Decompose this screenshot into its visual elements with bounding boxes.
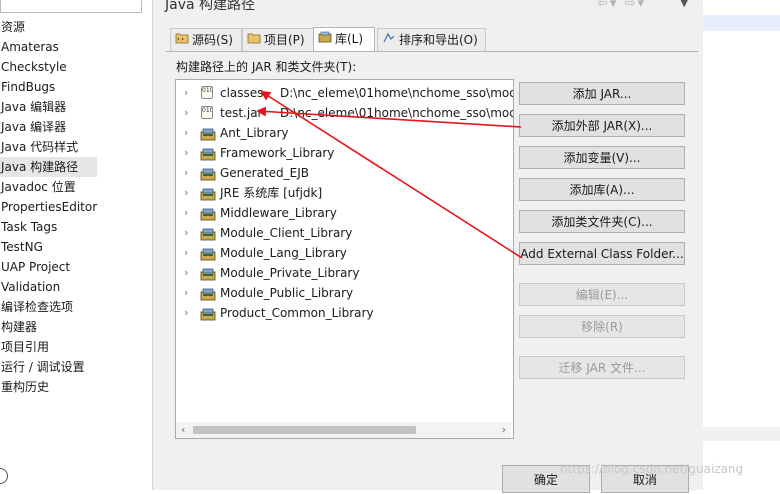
remove-button[interactable]: 移除(R) xyxy=(519,315,685,338)
expand-chevron-icon[interactable]: › xyxy=(184,283,188,303)
tree-item-findbugs[interactable]: FindBugs xyxy=(0,77,97,97)
library-icon xyxy=(200,207,216,221)
entry-label: Middleware_Library xyxy=(220,206,337,220)
entry-path: D:\nc_eleme\01home\nchome_sso\modu xyxy=(280,106,514,120)
entry-label: Framework_Library xyxy=(220,146,335,160)
source-folder-icon xyxy=(175,30,189,52)
entry-label: Module_Client_Library xyxy=(220,226,353,240)
library-icon xyxy=(200,227,216,241)
build-path-tree[interactable]: › 010 classes D:\nc_eleme\01home\nchome_… xyxy=(175,79,514,439)
tree-item-compile-check-options[interactable]: 编译检查选项 xyxy=(0,297,97,317)
library-icon xyxy=(200,127,216,141)
tab-libraries[interactable]: 库(L) xyxy=(313,27,375,51)
expand-chevron-icon[interactable]: › xyxy=(184,203,188,223)
expand-chevron-icon[interactable]: › xyxy=(184,243,188,263)
library-icon xyxy=(200,287,216,301)
tree-item-java-code-style[interactable]: Java 代码样式 xyxy=(0,137,97,157)
add-class-folder-button[interactable]: 添加类文件夹(C)... xyxy=(519,210,685,233)
add-library-button[interactable]: 添加库(A)... xyxy=(519,178,685,201)
expand-chevron-icon[interactable]: › xyxy=(184,163,188,183)
entry-path: D:\nc_eleme\01home\nchome_sso\mod xyxy=(280,86,514,100)
expand-chevron-icon[interactable]: › xyxy=(184,263,188,283)
tree-item-refactoring-history[interactable]: 重构历史 xyxy=(0,377,97,397)
order-export-icon xyxy=(382,30,396,52)
expand-chevron-icon[interactable]: › xyxy=(184,223,188,243)
expand-chevron-icon[interactable]: › xyxy=(184,83,188,103)
library-icon xyxy=(200,307,216,321)
tab-projects-label: 项目(P) xyxy=(264,33,305,47)
background-editor-strip xyxy=(703,0,780,490)
tab-order-export-label: 排序和导出(O) xyxy=(399,33,478,47)
libraries-caption: 构建路径上的 JAR 和类文件夹(T): xyxy=(176,60,357,74)
tab-projects[interactable]: 项目(P) xyxy=(242,28,314,51)
tab-order-export[interactable]: 排序和导出(O) xyxy=(377,28,486,51)
tree-item-java-build-path[interactable]: Java 构建路径 xyxy=(0,157,98,177)
libraries-tab-panel: 构建路径上的 JAR 和类文件夹(T): › 010 classes D:\nc… xyxy=(166,51,698,442)
editor-highlight-line xyxy=(703,15,780,31)
scrollbar-thumb[interactable] xyxy=(193,426,416,434)
tree-item-checkstyle[interactable]: Checkstyle xyxy=(0,57,97,77)
scroll-left-icon[interactable]: ‹ xyxy=(181,423,185,436)
nav-back-forward-icons[interactable]: ⇦▾ ⇨▾ xyxy=(597,0,646,11)
watermark-text: https://blog.csdn.net/guaizang xyxy=(560,462,744,476)
entry-label: Ant_Library xyxy=(220,126,289,140)
entry-label: Module_Private_Library xyxy=(220,266,360,280)
entry-label: Generated_EJB xyxy=(220,166,310,180)
filter-input[interactable] xyxy=(0,0,142,13)
entry-label: Module_Public_Library xyxy=(220,286,354,300)
entry-label: test.jar xyxy=(220,106,263,120)
library-icon xyxy=(200,147,216,161)
tree-item-resource[interactable]: 资源 xyxy=(0,17,97,37)
tree-item-java-editor[interactable]: Java 编辑器 xyxy=(0,97,97,117)
entry-label: Product_Common_Library xyxy=(220,306,374,320)
jar-icon: 010 xyxy=(201,106,213,119)
tree-item-uap-project[interactable]: UAP Project xyxy=(0,257,97,277)
migrate-jar-button[interactable]: 迁移 JAR 文件... xyxy=(519,356,685,379)
expand-chevron-icon[interactable]: › xyxy=(184,303,188,323)
library-icon xyxy=(200,167,216,181)
entry-label: classes xyxy=(220,86,264,100)
library-icon xyxy=(200,187,216,201)
help-icon[interactable] xyxy=(0,468,8,484)
library-icon xyxy=(318,29,332,51)
horizontal-scrollbar[interactable]: ‹ › xyxy=(176,422,511,438)
expand-chevron-icon[interactable]: › xyxy=(184,123,188,143)
add-jar-button[interactable]: 添加 JAR... xyxy=(519,82,685,105)
tab-source-label: 源码(S) xyxy=(192,33,233,47)
view-menu-icon[interactable]: ▼ xyxy=(680,0,688,9)
expand-chevron-icon[interactable]: › xyxy=(184,143,188,163)
library-icon xyxy=(200,247,216,261)
tree-item-validation[interactable]: Validation xyxy=(0,277,97,297)
tree-item-java-compiler[interactable]: Java 编译器 xyxy=(0,117,97,137)
property-page: Java 构建路径 ⇦▾ ⇨▾ ▼ 源码(S) 项目(P) 库(L) 排序和导出… xyxy=(153,0,703,493)
add-external-class-folder-button[interactable]: Add External Class Folder... xyxy=(519,242,685,265)
add-external-jar-button[interactable]: 添加外部 JAR(X)... xyxy=(519,114,685,137)
entry-label: Module_Lang_Library xyxy=(220,246,347,260)
edit-button[interactable]: 编辑(E)... xyxy=(519,283,685,306)
tree-item-project-references[interactable]: 项目引用 xyxy=(0,337,97,357)
scroll-right-icon[interactable]: › xyxy=(502,423,506,436)
page-title: Java 构建路径 xyxy=(165,0,256,13)
tree-item-amateras[interactable]: Amateras xyxy=(0,37,97,57)
tree-item-testng[interactable]: TestNG xyxy=(0,237,97,257)
tab-source[interactable]: 源码(S) xyxy=(170,28,242,51)
preferences-tree-panel: 资源 Amateras Checkstyle FindBugs Java 编辑器… xyxy=(0,0,153,490)
jar-icon: 010 xyxy=(201,86,213,99)
tree-item-properties-editor[interactable]: PropertiesEditor xyxy=(0,197,97,217)
tree-item-builders[interactable]: 构建器 xyxy=(0,317,97,337)
expand-chevron-icon[interactable]: › xyxy=(184,183,188,203)
library-icon xyxy=(200,267,216,281)
tree-item-task-tags[interactable]: Task Tags xyxy=(0,217,97,237)
expand-chevron-icon[interactable]: › xyxy=(184,103,188,123)
editor-scroll-area xyxy=(703,427,780,441)
tree-item-javadoc-location[interactable]: Javadoc 位置 xyxy=(0,177,97,197)
tab-libraries-label: 库(L) xyxy=(335,32,364,46)
entry-label: JRE 系统库 [ufjdk] xyxy=(220,186,323,200)
project-icon xyxy=(247,30,261,52)
add-variable-button[interactable]: 添加变量(V)... xyxy=(519,146,685,169)
tree-item-run-debug-settings[interactable]: 运行 / 调试设置 xyxy=(0,357,97,377)
preferences-tree: 资源 Amateras Checkstyle FindBugs Java 编辑器… xyxy=(0,17,98,397)
